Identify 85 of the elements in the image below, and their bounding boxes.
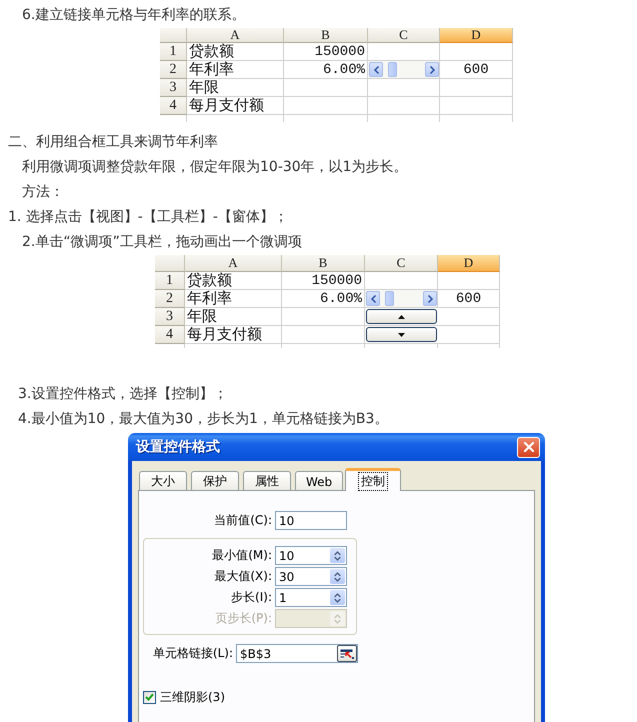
scroll-left-button[interactable] [369,62,383,77]
up-down-arrows-icon [334,592,341,602]
row-header[interactable]: 2 [160,61,187,79]
spin-field[interactable]: 1 [275,588,347,607]
scrollbar[interactable] [365,290,438,308]
spin-button[interactable] [330,590,345,605]
check-icon [145,693,154,701]
row-header[interactable]: 2 [155,290,185,308]
instruction-text: 2.单击“微调项”工具栏，拖动画出一个微调项 [22,233,302,252]
field-label: 最大值(X): [214,568,272,585]
dialog-title: 设置控件格式 [136,438,220,456]
up-down-arrows-icon [334,550,341,560]
instruction-text: 6.建立链接单元格与年利率的联系。 [22,6,246,25]
checkbox-label: 三维阴影(3) [160,688,225,706]
spin-up-button[interactable] [366,309,437,324]
spin-down-button[interactable] [366,327,437,342]
field-label: 当前值(C): [214,512,272,529]
row-header[interactable]: 4 [155,326,185,344]
scrollbar-thumb[interactable] [388,62,397,77]
field-label: 最小值(M): [212,547,272,564]
table-cell: 年限 [187,79,284,97]
table-cell: 150000 [284,43,368,61]
instruction-text: 方法： [22,183,64,202]
instruction-text: 二、利用组合框工具来调节年利率 [8,133,218,152]
up-down-arrows-icon [334,614,341,624]
tab[interactable]: 属性 [243,471,291,491]
input-field[interactable]: 10 [275,511,347,530]
row-header[interactable]: 4 [160,97,187,115]
chevron-right-icon [430,66,434,74]
column-header[interactable]: D [440,28,513,43]
instruction-text: 3.设置控件格式，选择【控制】； [18,385,228,404]
table-cell: 150000 [282,272,365,290]
tab[interactable]: 大小 [139,471,187,491]
field-label: 单元格链接(L): [152,645,233,662]
table-cell: 600 [440,61,513,79]
column-header[interactable]: C [368,28,440,43]
chevron-right-icon [428,294,432,302]
scrollbar-thumb[interactable] [385,291,394,306]
table-cell: 600 [438,290,500,308]
row-header[interactable]: 1 [160,43,187,61]
spin-button[interactable] [330,548,345,563]
chevron-left-icon [370,294,376,302]
spin-field[interactable]: 30 [275,567,347,586]
row-header[interactable]: 3 [155,308,185,326]
table-cell: 年限 [185,308,282,326]
tab[interactable]: 控制 [345,468,402,491]
instruction-text: 利用微调项调整贷款年限，假定年限为10-30年，以1为步长。 [22,158,408,177]
column-header[interactable]: A [187,28,284,43]
scroll-right-button[interactable] [423,291,437,306]
empty-cell [368,79,440,97]
chevron-left-icon [374,66,378,74]
row-header[interactable]: 1 [155,272,185,290]
empty-cell [438,272,500,290]
tab[interactable]: Web [295,471,344,491]
row-header[interactable]: 3 [160,79,187,97]
caret-down-icon [398,332,405,336]
up-down-arrows-icon [334,572,341,582]
column-header[interactable]: C [365,255,438,272]
column-header[interactable]: A [185,255,282,272]
input-field[interactable]: $B$3 [236,644,358,663]
close-icon [524,442,534,452]
table-cell: 每月支付额 [185,326,282,344]
field-label: 页步长(P): [215,610,272,627]
table-cell: 贷款额 [187,43,284,61]
column-header[interactable]: B [284,28,368,43]
close-button[interactable] [517,436,540,458]
spin-field[interactable]: 10 [275,546,347,565]
table-cell: 贷款额 [185,272,282,290]
table-cell: 每月支付额 [187,97,284,115]
field-label: 步长(I): [231,589,272,606]
column-header[interactable]: D [438,255,500,272]
range-picker-button[interactable] [337,645,357,662]
spin-button[interactable] [330,569,345,584]
grid-arrow-icon [340,648,354,658]
checkbox[interactable] [143,690,156,704]
tab[interactable]: 保护 [191,471,239,491]
scroll-right-button[interactable] [425,62,439,77]
caret-up-icon [398,314,405,318]
scroll-left-button[interactable] [366,291,380,306]
table-cell: 年利率 [185,290,282,308]
scrollbar[interactable] [368,61,440,79]
instruction-text: 1. 选择点击【视图】-【工具栏】-【窗体】； [8,208,288,227]
table-cell: 年利率 [187,61,284,79]
column-header[interactable]: B [282,255,365,272]
instruction-text: 4.最小值为10，最大值为30，步长为1，单元格链接为B3。 [18,410,388,429]
